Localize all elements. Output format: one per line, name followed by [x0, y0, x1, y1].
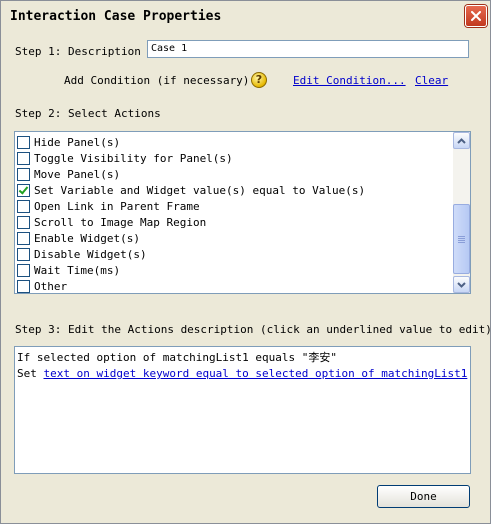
action-item[interactable]: Wait Time(ms) [17, 262, 120, 278]
action-item-label: Other [34, 279, 68, 293]
checkbox[interactable] [17, 215, 30, 229]
checkbox[interactable] [17, 279, 30, 293]
description-input[interactable]: Case 1 [147, 40, 469, 58]
action-item-label: Scroll to Image Map Region [34, 215, 207, 229]
checkbox[interactable] [17, 167, 30, 181]
checkbox[interactable] [17, 231, 30, 245]
action-item-label: Set Variable and Widget value(s) equal t… [34, 183, 366, 197]
action-line: Set text on widget keyword equal to sele… [17, 366, 468, 382]
action-item-label: Toggle Visibility for Panel(s) [34, 151, 233, 165]
action-item[interactable]: Other [17, 278, 68, 293]
clear-link[interactable]: Clear [415, 74, 448, 87]
help-icon[interactable]: ? [251, 72, 267, 88]
action-item[interactable]: Set Variable and Widget value(s) equal t… [17, 182, 365, 198]
step3-label: Step 3: Edit the Actions description (cl… [15, 323, 491, 336]
checkbox[interactable] [17, 151, 30, 165]
scroll-down-button[interactable] [453, 276, 470, 293]
action-item[interactable]: Open Link in Parent Frame [17, 198, 200, 214]
action-prefix: Set [17, 367, 44, 380]
action-item-label: Enable Widget(s) [34, 231, 140, 245]
done-button[interactable]: Done [377, 485, 470, 508]
chevron-down-icon [457, 281, 466, 288]
add-condition-label: Add Condition (if necessary) [64, 74, 250, 87]
action-item-label: Wait Time(ms) [34, 263, 121, 277]
action-item[interactable]: Hide Panel(s) [17, 134, 120, 150]
close-icon [471, 11, 481, 21]
checkbox[interactable] [17, 199, 30, 213]
chevron-up-icon [457, 137, 466, 144]
condition-line: If selected option of matchingList1 equa… [17, 351, 338, 364]
actions-scrollbar[interactable] [453, 132, 470, 293]
action-item[interactable]: Disable Widget(s) [17, 246, 147, 262]
action-item[interactable]: Toggle Visibility for Panel(s) [17, 150, 233, 166]
close-button[interactable] [465, 5, 487, 27]
action-item-label: Move Panel(s) [34, 167, 121, 181]
action-item-label: Hide Panel(s) [34, 135, 121, 149]
dialog-window: Interaction Case Properties Step 1: Desc… [0, 0, 491, 524]
action-item[interactable]: Move Panel(s) [17, 166, 120, 182]
step1-label: Step 1: Description [15, 45, 141, 58]
scroll-up-button[interactable] [453, 132, 470, 149]
window-title: Interaction Case Properties [10, 9, 222, 24]
scroll-thumb[interactable] [453, 204, 470, 274]
checkbox[interactable] [17, 135, 30, 149]
action-item[interactable]: Enable Widget(s) [17, 230, 140, 246]
checkbox-checked[interactable] [17, 183, 30, 197]
actions-list[interactable]: Hide Panel(s) Toggle Visibility for Panel… [14, 131, 471, 294]
step2-label: Step 2: Select Actions [15, 107, 161, 120]
grip-icon [458, 235, 465, 243]
title-bar[interactable]: Interaction Case Properties [1, 1, 490, 31]
checkbox[interactable] [17, 247, 30, 261]
action-item-label: Disable Widget(s) [34, 247, 147, 261]
action-value-link[interactable]: text on widget keyword equal to selected… [44, 367, 468, 380]
edit-condition-link[interactable]: Edit Condition... [293, 74, 406, 87]
action-item[interactable]: Scroll to Image Map Region [17, 214, 206, 230]
actions-description-box[interactable]: If selected option of matchingList1 equa… [14, 346, 471, 474]
checkbox[interactable] [17, 263, 30, 277]
action-item-label: Open Link in Parent Frame [34, 199, 200, 213]
